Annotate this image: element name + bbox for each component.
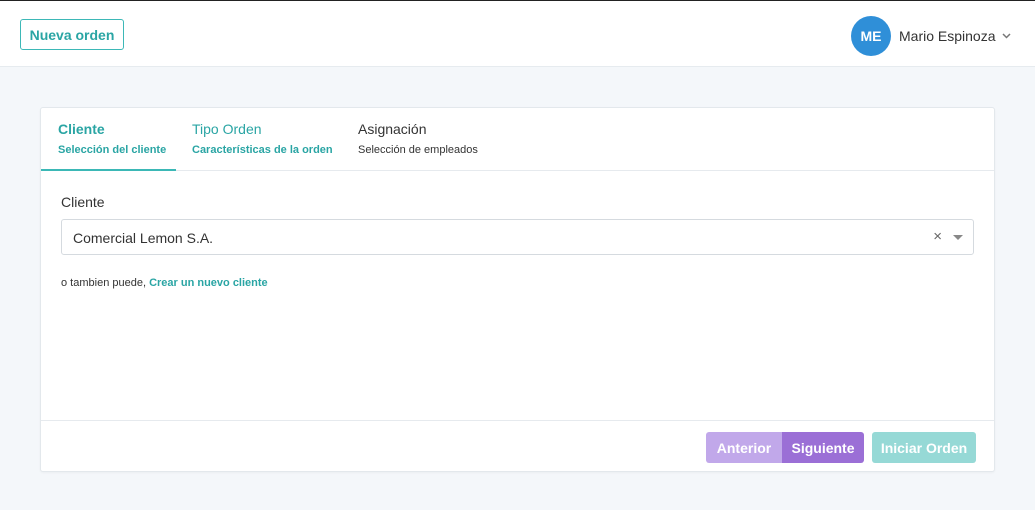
client-field-label: Cliente <box>61 194 105 210</box>
close-icon[interactable]: × <box>933 228 942 246</box>
top-bar: Nueva orden ME Mario Espinoza <box>0 0 1035 67</box>
tab-cliente[interactable]: Cliente Selección del cliente <box>41 108 176 171</box>
avatar: ME <box>851 16 891 56</box>
tab-title: Tipo Orden <box>192 121 262 137</box>
next-button[interactable]: Siguiente <box>782 432 864 463</box>
tab-tipo-orden[interactable]: Tipo Orden Características de la orden <box>192 108 342 171</box>
start-order-button[interactable]: Iniciar Orden <box>872 432 976 463</box>
tab-subtitle: Selección de empleados <box>358 144 478 156</box>
client-select[interactable]: Comercial Lemon S.A. × <box>61 219 974 255</box>
tab-title: Cliente <box>58 121 105 137</box>
caret-down-icon[interactable] <box>953 235 963 240</box>
user-name: Mario Espinoza <box>899 28 996 44</box>
wizard-footer: Anterior Siguiente Iniciar Orden <box>41 420 994 471</box>
hint-text: o tambien puede, <box>61 277 147 289</box>
user-menu[interactable]: ME Mario Espinoza <box>851 16 1011 56</box>
order-wizard-card: Cliente Selección del cliente Tipo Orden… <box>40 107 995 472</box>
tab-subtitle: Características de la orden <box>192 144 333 156</box>
tab-title: Asignación <box>358 121 427 137</box>
new-order-button[interactable]: Nueva orden <box>20 19 124 50</box>
create-client-hint: o tambien puede, Crear un nuevo cliente <box>61 277 268 289</box>
create-client-link[interactable]: Crear un nuevo cliente <box>149 277 268 289</box>
tab-subtitle: Selección del cliente <box>58 144 167 156</box>
previous-button[interactable]: Anterior <box>706 432 782 463</box>
wizard-tabs: Cliente Selección del cliente Tipo Orden… <box>41 108 994 171</box>
tab-asignacion[interactable]: Asignación Selección de empleados <box>358 108 498 171</box>
chevron-down-icon <box>1001 33 1011 39</box>
client-select-value: Comercial Lemon S.A. <box>73 230 214 246</box>
